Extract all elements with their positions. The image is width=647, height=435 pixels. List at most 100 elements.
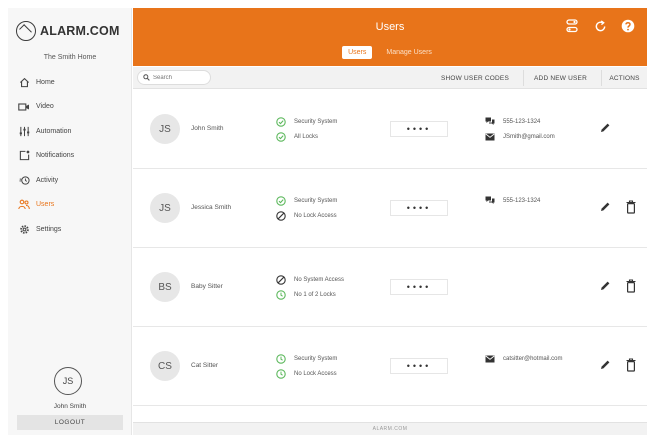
- check-icon: [276, 131, 286, 142]
- trash-icon[interactable]: [625, 358, 637, 372]
- show-user-codes-button[interactable]: SHOW USER CODES: [431, 70, 519, 86]
- user-code[interactable]: ••••: [390, 121, 448, 137]
- access-text: Security System: [294, 118, 338, 125]
- access-item: Security System: [276, 114, 337, 129]
- page-footer: ALARM.COM: [133, 422, 647, 435]
- user-avatar: CS: [150, 351, 180, 381]
- users-icon: [18, 199, 30, 211]
- email-icon: [485, 354, 495, 364]
- logo-icon: [16, 21, 36, 41]
- sidebar-item-label: Automation: [36, 127, 72, 135]
- edit-icon[interactable]: [599, 201, 611, 213]
- home-icon: [18, 76, 30, 88]
- access-item: Security System: [276, 193, 337, 208]
- access-item: No Lock Access: [276, 208, 337, 223]
- no-access-icon: [276, 274, 286, 285]
- switch-icon[interactable]: [565, 19, 579, 33]
- access-text: Security System: [294, 355, 338, 362]
- table-row[interactable]: BS Baby Sitter No System Access No 1 of …: [133, 248, 647, 327]
- access-text: No Lock Access: [294, 212, 337, 219]
- user-code[interactable]: ••••: [390, 279, 448, 295]
- current-user-name: John Smith: [53, 403, 87, 410]
- activity-icon: [18, 174, 30, 186]
- table-row[interactable]: JS Jessica Smith Security System No Lock…: [133, 169, 647, 248]
- user-code[interactable]: ••••: [390, 200, 448, 216]
- trash-icon[interactable]: [625, 279, 637, 293]
- alarm-com-logo[interactable]: ALARM.COM: [16, 20, 126, 42]
- sidebar-item-home[interactable]: Home: [8, 70, 132, 95]
- sidebar-item-label: Notifications: [36, 152, 75, 160]
- sidebar-item-notifications[interactable]: Notifications: [8, 144, 132, 169]
- clock-icon: [276, 353, 286, 364]
- logout-button[interactable]: LOGOUT: [17, 415, 123, 430]
- home-name: The Smith Home: [43, 54, 97, 61]
- contact-text: 555-123-1324: [503, 118, 541, 125]
- access-text: No System Access: [294, 276, 345, 283]
- help-icon[interactable]: [621, 19, 635, 33]
- user-avatar: BS: [150, 272, 180, 302]
- contact-item: 555-123-1324: [485, 193, 540, 208]
- access-list: Security System No Lock Access: [276, 193, 337, 223]
- refresh-icon[interactable]: [593, 19, 607, 33]
- footer-logo: ALARM.COM: [372, 426, 408, 432]
- contact-item: catsitter@hotmail.com: [485, 351, 562, 366]
- edit-icon[interactable]: [599, 280, 611, 292]
- gear-icon: [18, 223, 30, 235]
- edit-icon[interactable]: [599, 359, 611, 371]
- contact-text: 555-123-1324: [503, 197, 541, 204]
- add-new-user-button[interactable]: ADD NEW USER: [523, 70, 597, 86]
- access-list: Security System No Lock Access: [276, 351, 337, 381]
- video-icon: [18, 101, 30, 113]
- access-item: No 1 of 2 Locks: [276, 287, 344, 302]
- tab-manage-users[interactable]: Manage Users: [380, 46, 438, 59]
- sidebar-item-label: Users: [36, 201, 55, 209]
- sidebar-nav: Home Video Automation Notifications Acti…: [8, 70, 132, 242]
- table-row[interactable]: JS John Smith Security System All Locks …: [133, 90, 647, 169]
- logo-text: ALARM.COM: [40, 24, 120, 38]
- sidebar-item-label: Home: [36, 78, 55, 86]
- check-icon: [276, 116, 286, 127]
- avatar[interactable]: JS: [54, 367, 82, 395]
- trash-icon[interactable]: [625, 200, 637, 214]
- access-item: No Lock Access: [276, 366, 337, 381]
- sidebar-item-label: Activity: [36, 176, 59, 184]
- email-icon: [485, 132, 495, 142]
- access-text: All Locks: [294, 133, 319, 140]
- access-text: No Lock Access: [294, 370, 337, 377]
- sidebar-item-users[interactable]: Users: [8, 193, 132, 218]
- clock-icon: [276, 368, 286, 379]
- table-row[interactable]: CS Cat Sitter Security System No Lock Ac…: [133, 327, 647, 406]
- user-name: Cat Sitter: [191, 362, 219, 369]
- sidebar-item-settings[interactable]: Settings: [8, 217, 132, 242]
- contact-item: JSmith@gmail.com: [485, 129, 555, 144]
- edit-icon[interactable]: [599, 122, 611, 134]
- header-tabs: Users Manage Users: [133, 46, 647, 59]
- contact-item: 555-123-1324: [485, 114, 555, 129]
- user-name: John Smith: [191, 125, 224, 132]
- sidebar-item-video[interactable]: Video: [8, 95, 132, 120]
- contact-list: 555-123-1324 JSmith@gmail.com: [485, 114, 555, 144]
- contact-text: JSmith@gmail.com: [503, 133, 555, 140]
- access-list: No System Access No 1 of 2 Locks: [276, 272, 344, 302]
- tab-users[interactable]: Users: [342, 46, 373, 59]
- access-text: No 1 of 2 Locks: [294, 291, 336, 298]
- access-text: Security System: [294, 197, 338, 204]
- actions-button[interactable]: ACTIONS: [601, 70, 647, 86]
- user-name: Baby Sitter: [191, 283, 223, 290]
- phone-icon: [485, 117, 495, 127]
- access-item: Security System: [276, 351, 337, 366]
- automation-icon: [18, 125, 30, 137]
- search-input[interactable]: [153, 74, 209, 81]
- contact-list: 555-123-1324: [485, 193, 540, 208]
- sidebar-item-activity[interactable]: Activity: [8, 168, 132, 193]
- sidebar-item-automation[interactable]: Automation: [8, 119, 132, 144]
- search-box[interactable]: [137, 70, 211, 85]
- user-name: Jessica Smith: [191, 204, 232, 211]
- contact-text: catsitter@hotmail.com: [503, 355, 563, 362]
- phone-icon: [485, 196, 495, 206]
- page-header: Users Users Manage Users: [133, 8, 647, 66]
- sidebar: ALARM.COM The Smith Home Home Video Auto…: [8, 8, 132, 435]
- search-icon: [143, 74, 150, 81]
- user-code[interactable]: ••••: [390, 358, 448, 374]
- header-actions: [565, 19, 635, 33]
